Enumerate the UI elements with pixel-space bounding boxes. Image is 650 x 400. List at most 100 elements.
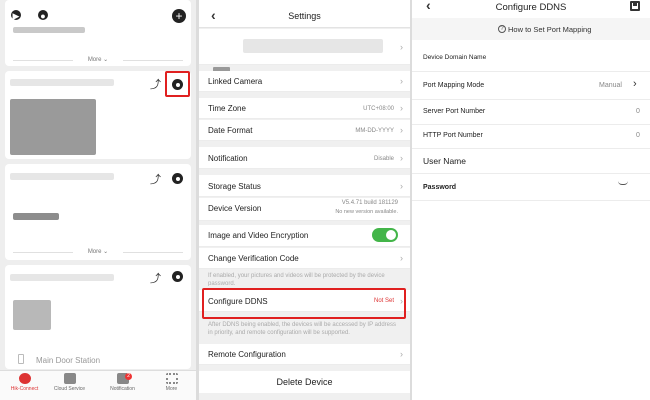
blurred-camera-preview[interactable] (10, 99, 96, 155)
tab-cloud-service[interactable]: Cloud Service (45, 373, 94, 392)
blurred-device-thumbnail (13, 213, 59, 220)
blurred-device-thumbnail (13, 27, 85, 33)
button-label: Delete Device (276, 377, 333, 387)
device-card-4[interactable]: ⤴ Main Door Station (5, 265, 191, 369)
linked-camera-row[interactable]: Linked Camera › (199, 71, 410, 92)
version-value: V5.4.71 build 181129 (341, 200, 398, 206)
settings-pane: ‹ Settings › Linked Camera › Time Zone U… (199, 0, 410, 400)
play-icon[interactable]: ▶ (11, 10, 21, 21)
more-label: More (87, 57, 102, 63)
field-label: Server Port Number (423, 108, 486, 115)
share-icon[interactable]: ⤴ (150, 76, 161, 92)
row-label: Time Zone (208, 104, 246, 113)
device-card-3[interactable]: ⤴ More ⌄ (5, 164, 191, 260)
field-label: Device Domain Name (423, 54, 487, 61)
device-card-2[interactable]: ⤴ (5, 71, 191, 159)
hide-password-icon[interactable] (618, 181, 628, 185)
tab-label: Notification (110, 386, 135, 392)
configure-ddns-pane: ‹ Configure DDNS ? How to Set Port Mappi… (412, 0, 650, 400)
save-icon[interactable] (630, 1, 640, 11)
storage-status-row[interactable]: Storage Status › (199, 175, 410, 197)
row-label: Image and Video Encryption (208, 231, 309, 240)
field-label: Password (423, 184, 457, 191)
add-device-icon[interactable]: + (172, 9, 186, 23)
device-list-pane: ▶ ● + More ⌄ ⤴ ⤴ More ⌄ ⤴ Main Door Stat… (0, 0, 196, 400)
blurred-device-name (243, 39, 383, 53)
version-note: No new version available. (335, 209, 398, 215)
row-value: UTC+08:00 (363, 106, 394, 112)
tab-notification[interactable]: 2 Notification (98, 373, 147, 392)
ddns-header: ‹ Configure DDNS (412, 0, 650, 16)
blurred-device-name (10, 274, 114, 281)
user-name-field[interactable]: User Name (412, 149, 650, 174)
help-link-label: How to Set Port Mapping (508, 25, 592, 34)
chevron-right-icon: › (400, 181, 403, 191)
field-value: 0 (636, 132, 640, 139)
domain-name-field[interactable]: Device Domain Name (412, 43, 650, 72)
row-label: Linked Camera (208, 77, 263, 86)
port-mapping-mode-row[interactable]: Port Mapping Mode Manual › (412, 73, 650, 100)
page-title: Settings (288, 11, 321, 21)
row-label: Change Verification Code (208, 254, 299, 263)
delete-device-button[interactable]: Delete Device (199, 371, 410, 393)
cloud-icon (63, 373, 76, 384)
chevron-right-icon: › (400, 253, 403, 263)
page-title: Configure DDNS (495, 2, 567, 13)
row-label: Device Version (208, 204, 262, 213)
row-label: Remote Configuration (208, 350, 286, 359)
more-toggle[interactable]: More ⌄ (5, 248, 191, 255)
encryption-note: If enabled, your pictures and videos wil… (208, 273, 385, 286)
chevron-right-icon: › (400, 42, 403, 52)
notification-badge: 2 (125, 373, 132, 380)
server-port-field[interactable]: Server Port Number 0 (412, 100, 650, 125)
ddns-note: After DDNS being enabled, the devices wi… (208, 322, 396, 336)
row-label: Notification (208, 154, 248, 163)
chevron-right-icon: › (400, 349, 403, 359)
highlight-box-settings (165, 71, 190, 97)
share-icon[interactable]: ⤴ (150, 270, 161, 286)
remote-configuration-row[interactable]: Remote Configuration › (199, 344, 410, 365)
highlight-box-configure-ddns (202, 288, 406, 319)
record-icon[interactable]: ● (38, 10, 48, 21)
share-icon[interactable]: ⤴ (150, 171, 161, 187)
device-card-1[interactable]: ▶ ● + More ⌄ (5, 0, 191, 66)
device-info-row[interactable]: › (199, 29, 410, 76)
grid-icon (165, 373, 178, 384)
http-port-field[interactable]: HTTP Port Number 0 (412, 125, 650, 149)
time-zone-row[interactable]: Time Zone UTC+08:00 › (199, 98, 410, 119)
tab-hik-connect[interactable]: Hik-Connect (0, 373, 49, 392)
row-value: Disable (373, 156, 394, 162)
more-toggle[interactable]: More ⌄ (5, 56, 191, 63)
settings-gear-icon[interactable] (172, 173, 183, 184)
blurred-device-name (10, 79, 114, 86)
door-station-icon (18, 354, 24, 364)
device-version-row: Device Version V5.4.71 build 181129 No n… (199, 198, 410, 221)
password-field[interactable]: Password (412, 175, 650, 201)
field-label: Port Mapping Mode (423, 82, 485, 89)
tab-more[interactable]: More (147, 373, 196, 392)
encryption-row: Image and Video Encryption (199, 225, 410, 247)
chevron-right-icon: › (400, 76, 403, 86)
bottom-tab-bar: Hik-Connect Cloud Service 2 Notification… (0, 370, 196, 400)
chevron-right-icon: › (400, 103, 403, 113)
chevron-right-icon: › (400, 153, 403, 163)
tab-label: Cloud Service (53, 386, 86, 392)
notification-row[interactable]: Notification Disable › (199, 147, 410, 169)
help-icon: ? (498, 25, 506, 33)
field-label: HTTP Port Number (423, 132, 483, 139)
settings-gear-icon[interactable] (172, 271, 183, 282)
device-name-label: Main Door Station (36, 356, 101, 365)
change-verification-code-row[interactable]: Change Verification Code › (199, 248, 410, 269)
settings-header: ‹ Settings (199, 0, 410, 28)
date-format-row[interactable]: Date Format MM-DD-YYYY › (199, 120, 410, 141)
field-value: Manual (599, 82, 622, 89)
chevron-right-icon: › (633, 78, 637, 90)
tab-label: More (165, 386, 178, 392)
more-label: More (87, 249, 102, 255)
encryption-toggle[interactable] (372, 228, 398, 242)
port-mapping-help-link[interactable]: ? How to Set Port Mapping (412, 18, 650, 40)
field-value: 0 (636, 108, 640, 115)
row-label: Storage Status (208, 182, 261, 191)
row-value: MM-DD-YYYY (355, 128, 394, 134)
chevron-right-icon: › (400, 125, 403, 135)
